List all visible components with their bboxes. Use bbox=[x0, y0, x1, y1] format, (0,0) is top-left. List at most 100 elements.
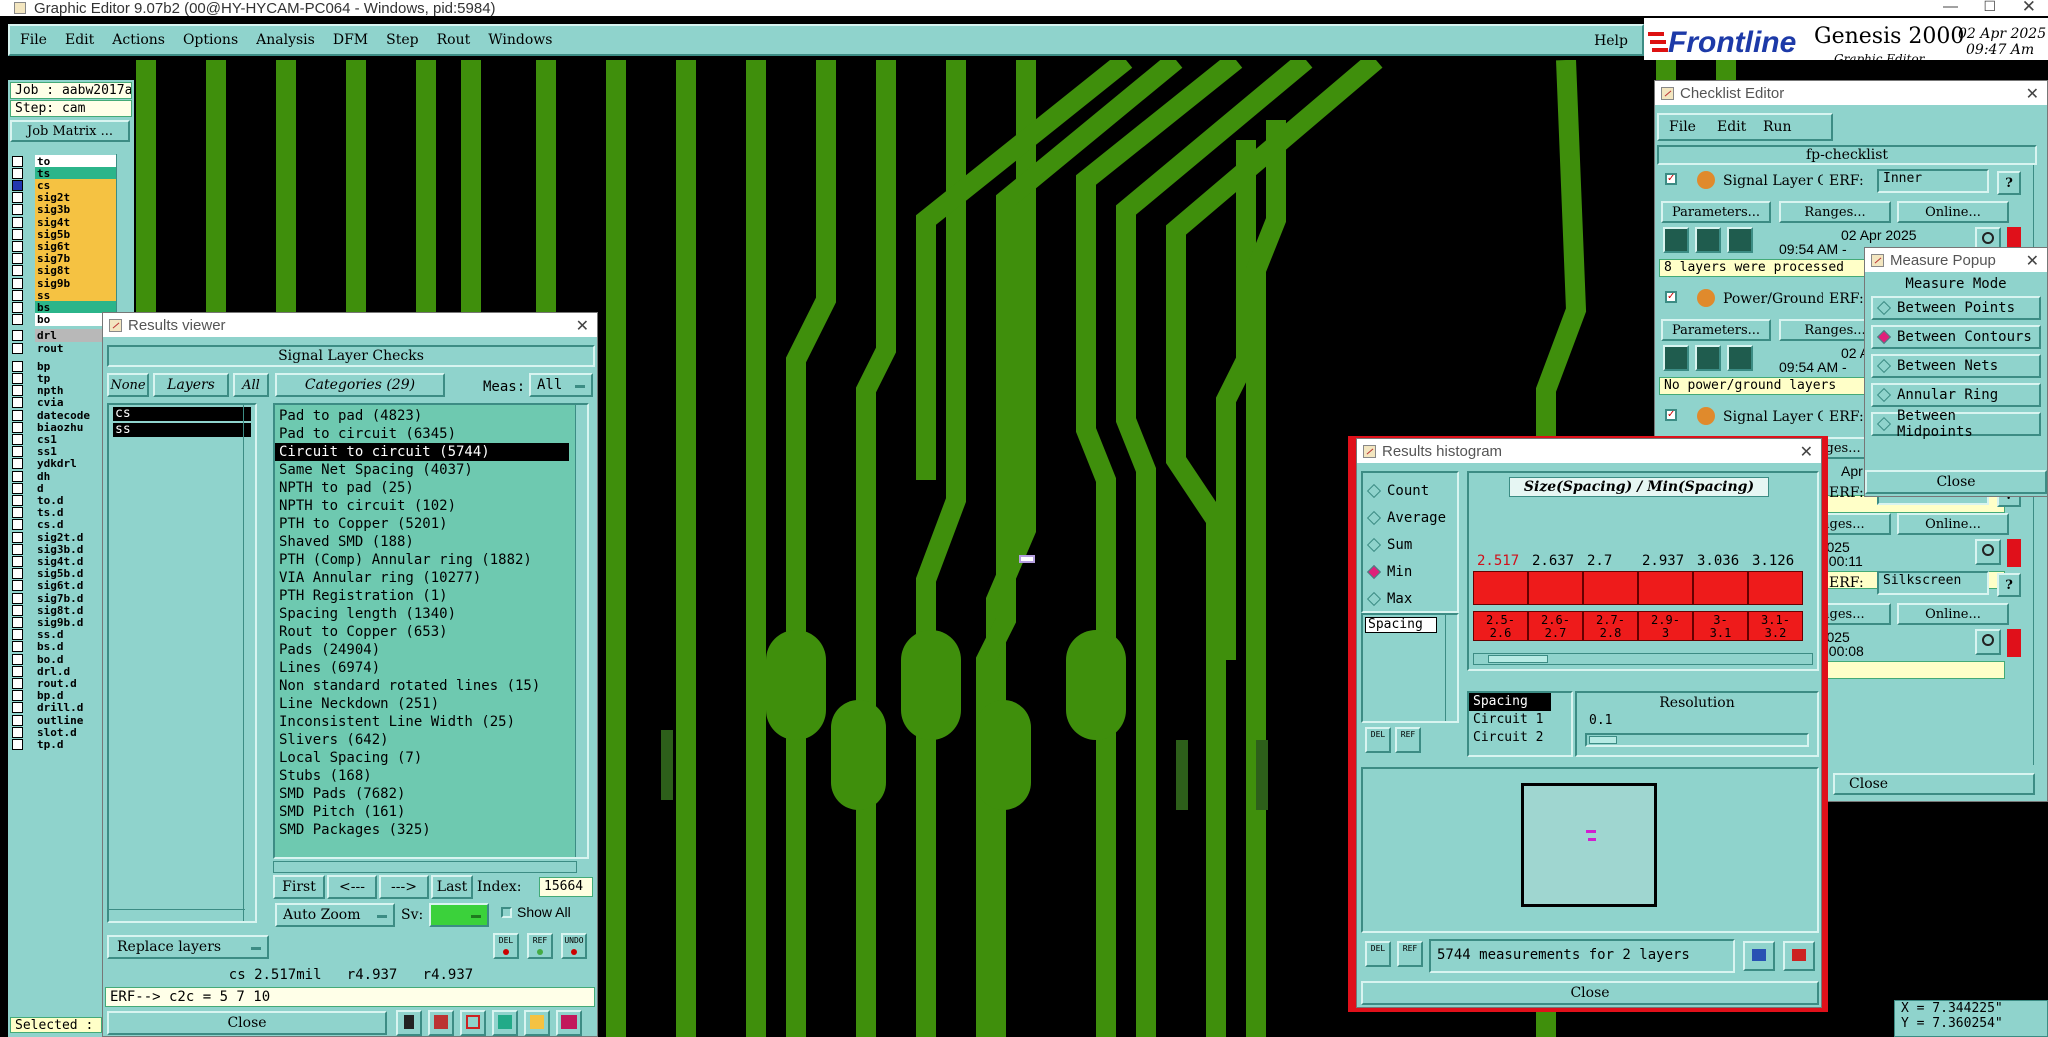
category-item[interactable]: Line Neckdown (251) bbox=[275, 695, 587, 713]
category-item[interactable]: SMD Packages (325) bbox=[275, 821, 587, 839]
toolbar-icon-4[interactable] bbox=[492, 1010, 518, 1036]
layer-checkbox[interactable] bbox=[12, 738, 23, 750]
stat-option[interactable]: Average bbox=[1363, 504, 1457, 531]
ref-button[interactable]: REF bbox=[527, 933, 553, 959]
close-icon[interactable]: ✕ bbox=[2022, 0, 2036, 17]
meas-select[interactable]: All bbox=[529, 373, 593, 397]
online-button[interactable]: Online... bbox=[1897, 603, 2009, 625]
layer-checkbox[interactable] bbox=[12, 714, 23, 726]
categories-button[interactable]: Categories (29) bbox=[275, 373, 445, 397]
layer-checkbox[interactable] bbox=[12, 342, 23, 354]
layer-checkbox[interactable] bbox=[12, 167, 23, 179]
measure-mode-option[interactable]: Between Contours bbox=[1871, 325, 2041, 349]
category-item[interactable]: NPTH to circuit (102) bbox=[275, 497, 587, 515]
checklist-menu-run[interactable]: Run bbox=[1763, 119, 1792, 135]
next-button[interactable]: ---> bbox=[379, 875, 429, 899]
histogram-bar[interactable] bbox=[1748, 571, 1803, 605]
category-item[interactable]: Slivers (642) bbox=[275, 731, 587, 749]
category-item[interactable]: Pad to circuit (6345) bbox=[275, 425, 587, 443]
layer-checkbox[interactable] bbox=[12, 360, 23, 372]
checklist-menu-edit[interactable]: Edit bbox=[1717, 119, 1746, 135]
undo-button[interactable]: UNDO bbox=[561, 933, 587, 959]
layer-checkbox[interactable] bbox=[12, 519, 23, 531]
menu-dfm[interactable]: DFM bbox=[333, 32, 368, 48]
histogram-bar[interactable] bbox=[1528, 571, 1583, 605]
layer-checkbox[interactable] bbox=[12, 653, 23, 665]
category-item[interactable]: NPTH to pad (25) bbox=[275, 479, 587, 497]
histogram-bar[interactable] bbox=[1583, 571, 1638, 605]
layer-checkbox[interactable] bbox=[12, 397, 23, 409]
stat-option[interactable]: Min bbox=[1363, 558, 1457, 585]
first-button[interactable]: First bbox=[273, 875, 325, 899]
preview-ref-button[interactable]: REF bbox=[1397, 941, 1423, 967]
layer-checkbox[interactable] bbox=[12, 580, 23, 592]
layer-checkbox[interactable] bbox=[12, 531, 23, 543]
category-item[interactable]: Inconsistent Line Width (25) bbox=[275, 713, 587, 731]
result-layer-item[interactable]: cs bbox=[113, 407, 251, 421]
index-input[interactable]: 15664 bbox=[539, 877, 593, 897]
layer-checkbox[interactable] bbox=[12, 543, 23, 555]
layers-button[interactable]: Layers bbox=[153, 373, 229, 397]
layer-checkbox[interactable] bbox=[12, 155, 23, 167]
results-viewer-close-button[interactable]: Close bbox=[107, 1011, 387, 1035]
row-enabled-checkbox[interactable]: ✓ bbox=[1665, 291, 1677, 303]
none-button[interactable]: None bbox=[107, 373, 149, 397]
layer-checkbox[interactable] bbox=[12, 265, 23, 277]
category-list-hscroll[interactable] bbox=[273, 861, 577, 873]
category-item[interactable]: Rout to Copper (653) bbox=[275, 623, 587, 641]
layer-checkbox[interactable] bbox=[12, 289, 23, 301]
run-layer-icon[interactable] bbox=[1727, 227, 1753, 253]
hist-del-button[interactable]: DEL bbox=[1365, 727, 1391, 753]
resolution-slider[interactable] bbox=[1585, 733, 1809, 747]
layer-checkbox[interactable] bbox=[12, 277, 23, 289]
zoom-icon[interactable] bbox=[1975, 629, 2001, 655]
category-item[interactable]: VIA Annular ring (10277) bbox=[275, 569, 587, 587]
measure-mode-option[interactable]: Between Midpoints bbox=[1871, 408, 2041, 440]
layer-list-vscroll[interactable] bbox=[243, 405, 255, 921]
category-item[interactable]: Circuit to circuit (5744) bbox=[275, 443, 569, 461]
category-item[interactable]: PTH to Copper (5201) bbox=[275, 515, 587, 533]
erf-field[interactable]: Silkscreen bbox=[1877, 571, 1989, 595]
category-item[interactable]: Shaved SMD (188) bbox=[275, 533, 587, 551]
layer-checkbox[interactable] bbox=[12, 629, 23, 641]
histogram-bar[interactable] bbox=[1473, 571, 1528, 605]
layer-checkbox[interactable] bbox=[12, 240, 23, 252]
layer-checkbox[interactable] bbox=[12, 482, 23, 494]
checklist-close-button[interactable]: Close bbox=[1833, 773, 2035, 795]
layer-list-hscroll[interactable] bbox=[109, 909, 245, 921]
toolbar-icon-2[interactable] bbox=[428, 1010, 454, 1036]
layer-checkbox[interactable] bbox=[12, 433, 23, 445]
layer-checkbox[interactable] bbox=[12, 555, 23, 567]
category-item[interactable]: Non standard rotated lines (15) bbox=[275, 677, 587, 695]
layer-checkbox[interactable] bbox=[12, 592, 23, 604]
hist-ref-button[interactable]: REF bbox=[1395, 727, 1421, 753]
run-layer-icon[interactable] bbox=[1727, 345, 1753, 371]
preview-del-button[interactable]: DEL bbox=[1365, 941, 1391, 967]
layer-checkbox[interactable] bbox=[12, 604, 23, 616]
show-all-checkbox[interactable] bbox=[501, 907, 512, 918]
checklist-menu-file[interactable]: File bbox=[1669, 119, 1696, 135]
layer-checkbox[interactable] bbox=[12, 690, 23, 702]
measure-mode-option[interactable]: Annular Ring bbox=[1871, 383, 2041, 407]
menu-actions[interactable]: Actions bbox=[112, 32, 165, 48]
measure-mode-option[interactable]: Between Nets bbox=[1871, 354, 2041, 378]
last-button[interactable]: Last bbox=[431, 875, 473, 899]
menu-step[interactable]: Step bbox=[386, 32, 418, 48]
layer-checkbox[interactable] bbox=[12, 421, 23, 433]
prev-button[interactable]: <--- bbox=[327, 875, 377, 899]
histogram-attr-item[interactable]: Circuit 2 bbox=[1469, 729, 1571, 747]
layer-checkbox[interactable] bbox=[12, 253, 23, 265]
measure-mode-option[interactable]: Between Points bbox=[1871, 296, 2041, 320]
menu-analysis[interactable]: Analysis bbox=[256, 32, 315, 48]
layer-checkbox[interactable] bbox=[12, 568, 23, 580]
histogram-close-button[interactable]: Close bbox=[1361, 981, 1819, 1005]
maximize-icon[interactable]: ☐ bbox=[1983, 0, 1996, 15]
attribute-list-vscroll[interactable] bbox=[1445, 615, 1457, 721]
category-item[interactable]: Lines (6974) bbox=[275, 659, 587, 677]
menu-rout[interactable]: Rout bbox=[437, 32, 471, 48]
ranges-button[interactable]: Ranges... bbox=[1779, 201, 1891, 223]
layer-checkbox[interactable] bbox=[12, 228, 23, 240]
layer-checkbox[interactable] bbox=[12, 372, 23, 384]
run-icon[interactable] bbox=[1663, 345, 1689, 371]
run-selected-icon[interactable] bbox=[1695, 345, 1721, 371]
